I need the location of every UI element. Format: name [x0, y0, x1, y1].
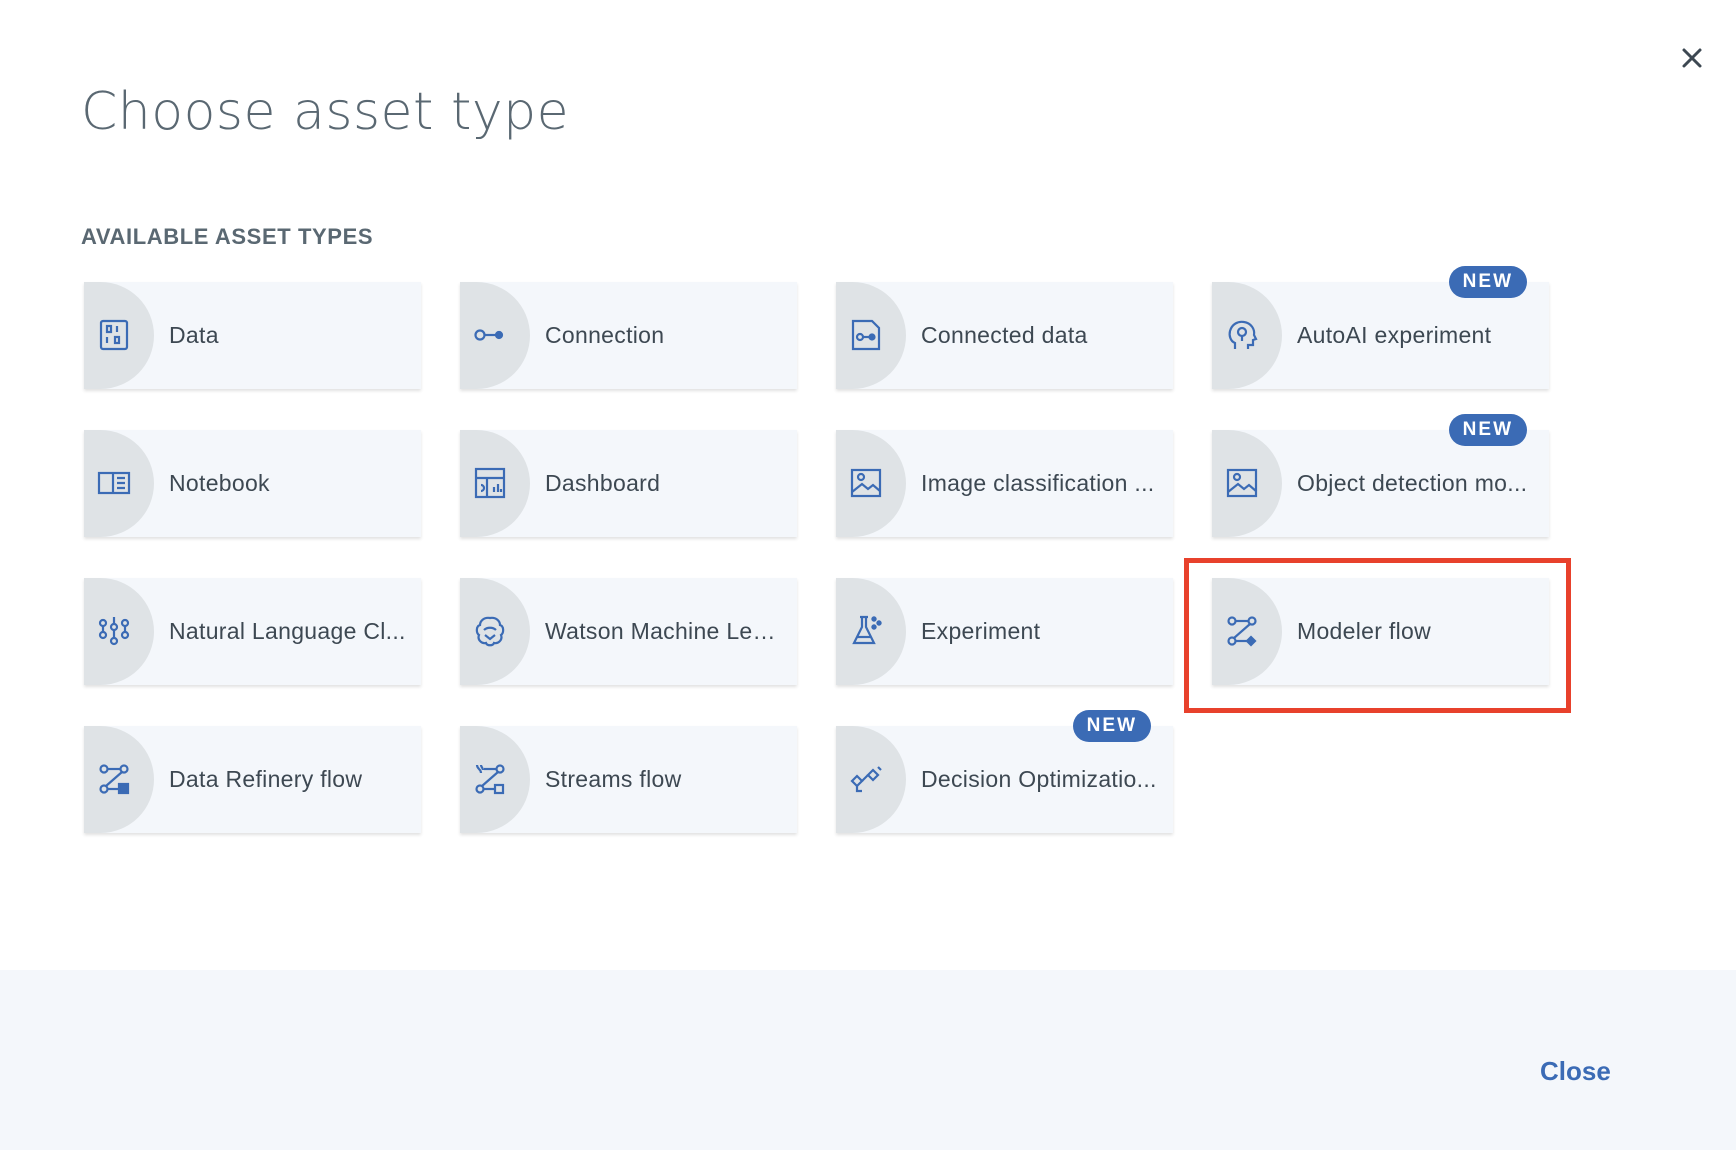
tile-watson-machine-learning[interactable]: Watson Machine Lea... [460, 578, 797, 685]
data-icon [96, 317, 132, 353]
notebook-icon [96, 465, 132, 501]
tile-label: Decision Optimizatio... [921, 766, 1157, 792]
connected-data-icon [848, 317, 884, 353]
tile-autoai-experiment[interactable]: AutoAI experiment NEW [1212, 266, 1549, 389]
tile-dashboard[interactable]: Dashboard [460, 430, 797, 537]
tile-decision-optimization[interactable]: Decision Optimizatio... NEW [836, 710, 1173, 833]
new-badge: NEW [1448, 414, 1527, 446]
close-button[interactable]: Close [1540, 1056, 1611, 1087]
connection-icon [472, 317, 508, 353]
new-badge: NEW [1448, 266, 1527, 298]
tile-label: Dashboard [545, 470, 661, 496]
streams-flow-icon [472, 761, 508, 797]
tile-label: Data [169, 322, 219, 348]
tile-label: Object detection mo... [1297, 470, 1528, 496]
tile-notebook[interactable]: Notebook [84, 430, 421, 537]
natural-language-icon [96, 613, 132, 649]
section-label: AVAILABLE ASSET TYPES [81, 224, 374, 249]
tile-label: Connection [545, 322, 665, 348]
autoai-icon [1224, 317, 1260, 353]
close-icon[interactable] [1674, 40, 1710, 76]
tile-experiment[interactable]: Experiment [836, 578, 1173, 685]
tile-modeler-flow[interactable]: Modeler flow [1212, 578, 1549, 685]
object-detection-icon [1224, 465, 1260, 501]
dashboard-icon [472, 465, 508, 501]
decision-optimization-icon [848, 761, 884, 797]
tile-label: Natural Language Cl... [169, 618, 406, 644]
image-classification-icon [848, 465, 884, 501]
tile-image-classification[interactable]: Image classification ... [836, 430, 1173, 537]
tile-label: Experiment [921, 618, 1041, 644]
tile-label: Streams flow [545, 766, 682, 792]
tile-label: Data Refinery flow [169, 766, 363, 792]
tile-connected-data[interactable]: Connected data [836, 282, 1173, 389]
modeler-flow-icon [1224, 613, 1260, 649]
watson-ml-icon [472, 613, 508, 649]
dialog-title: Choose asset type [81, 82, 570, 142]
tile-label: AutoAI experiment [1297, 322, 1492, 348]
experiment-icon [848, 613, 884, 649]
tile-data[interactable]: Data [84, 282, 421, 389]
tile-label: Watson Machine Lea... [545, 618, 785, 644]
tile-label: Modeler flow [1297, 618, 1431, 644]
tile-natural-language[interactable]: Natural Language Cl... [84, 578, 421, 685]
tile-label: Image classification ... [921, 470, 1155, 496]
tile-data-refinery-flow[interactable]: Data Refinery flow [84, 726, 421, 833]
dialog-footer [0, 970, 1736, 1150]
tile-label: Notebook [169, 470, 270, 496]
data-refinery-icon [96, 761, 132, 797]
new-badge: NEW [1072, 710, 1151, 742]
tile-object-detection[interactable]: Object detection mo... NEW [1212, 414, 1549, 537]
tile-label: Connected data [921, 322, 1088, 348]
choose-asset-type-dialog: Choose asset type AVAILABLE ASSET TYPES … [0, 0, 1736, 1150]
tile-streams-flow[interactable]: Streams flow [460, 726, 797, 833]
tile-connection[interactable]: Connection [460, 282, 797, 389]
